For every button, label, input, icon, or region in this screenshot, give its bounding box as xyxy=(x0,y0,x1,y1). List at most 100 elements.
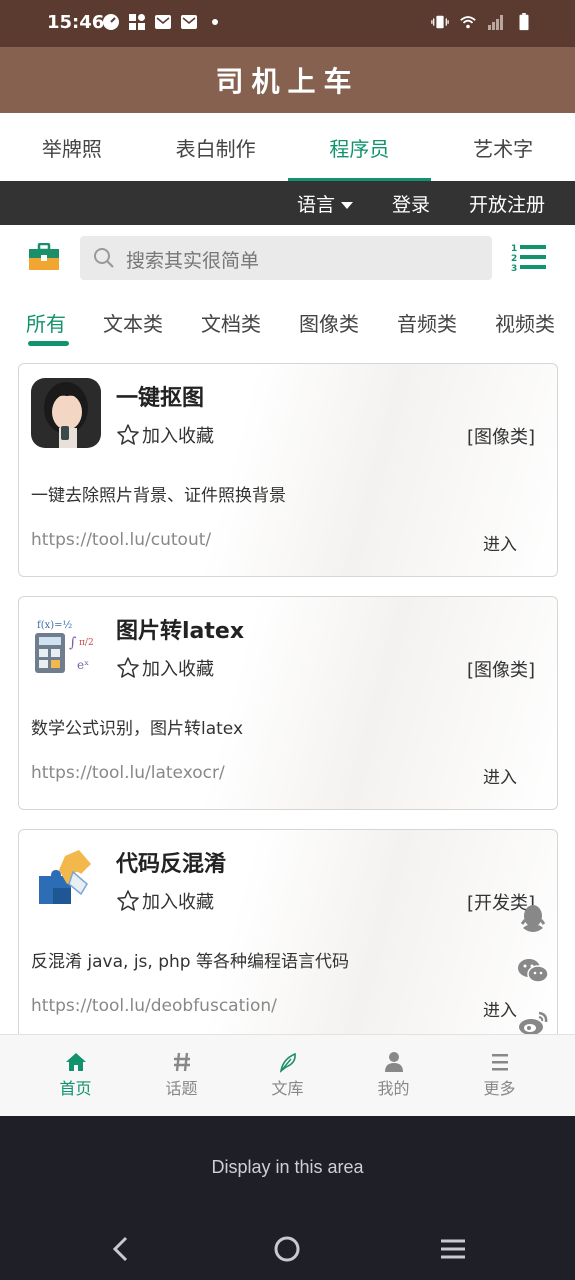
bottom-tab-label: 我的 xyxy=(377,1079,410,1098)
favorite-label: 加入收藏 xyxy=(142,892,214,913)
tool-card[interactable]: f(x)=½ ∫ π/2 eˣ 图片转latex 加入收藏 [图像类] 数学公式… xyxy=(18,596,558,810)
display-area-text: Display in this area xyxy=(211,1157,364,1177)
register-link[interactable]: 开放注册 xyxy=(469,190,545,217)
enter-link[interactable]: 进入 xyxy=(483,530,517,555)
tool-card[interactable]: 代码反混淆 加入收藏 [开发类] 反混淆 java, js, php 等各种编程… xyxy=(18,829,558,1034)
svg-text:f(x)=½: f(x)=½ xyxy=(37,620,73,631)
bottom-tab-home[interactable]: 首页 xyxy=(18,1035,133,1117)
svg-text:eˣ: eˣ xyxy=(77,658,89,672)
tab-placard[interactable]: 举牌照 xyxy=(0,113,144,181)
mail-icon xyxy=(155,15,171,29)
favorite-button[interactable]: 加入收藏 xyxy=(116,888,214,914)
search-row: 搜索其实很简单 1 2 3 xyxy=(0,225,575,291)
cutout-thumbnail xyxy=(31,378,101,448)
svg-text:π/2: π/2 xyxy=(79,638,94,648)
card-url: https://tool.lu/cutout/ xyxy=(31,530,212,550)
category-tag[interactable]: [图像类] xyxy=(467,423,535,449)
system-icons xyxy=(431,13,533,31)
svg-text:2: 2 xyxy=(511,254,517,264)
card-url: https://tool.lu/latexocr/ xyxy=(31,763,225,783)
bottom-tab-bar: 首页 话题 文库 我的 更多 xyxy=(0,1034,575,1116)
wifi-icon xyxy=(460,16,476,29)
menu-icon xyxy=(491,1054,508,1071)
home-icon xyxy=(65,1053,86,1071)
signal-icon xyxy=(488,15,503,30)
favorite-label: 加入收藏 xyxy=(142,426,214,447)
card-description: 一键去除照片背景、证件照换背景 xyxy=(31,486,286,506)
bottom-tab-mine[interactable]: 我的 xyxy=(336,1035,451,1117)
back-icon[interactable] xyxy=(110,1235,132,1263)
app-title: 司机上车 xyxy=(215,65,360,98)
enter-link[interactable]: 进入 xyxy=(483,996,517,1021)
display-area: Display in this area xyxy=(0,1116,575,1280)
favorite-label: 加入收藏 xyxy=(142,659,214,680)
active-filter-indicator xyxy=(28,341,69,346)
toolbox-icon[interactable] xyxy=(29,243,59,271)
filter-text[interactable]: 文本类 xyxy=(103,308,163,337)
mail-icon xyxy=(181,15,197,29)
filter-audio[interactable]: 音频类 xyxy=(397,308,457,337)
login-link[interactable]: 登录 xyxy=(392,190,430,217)
bottom-tab-label: 文库 xyxy=(271,1079,304,1098)
favorite-button[interactable]: 加入收藏 xyxy=(116,655,214,681)
qq-icon[interactable] xyxy=(517,902,549,934)
category-tag[interactable]: [图像类] xyxy=(467,656,535,682)
star-icon xyxy=(117,657,139,678)
notification-icons xyxy=(102,13,224,31)
favorite-button[interactable]: 加入收藏 xyxy=(116,422,214,448)
tab-programmer[interactable]: 程序员 xyxy=(287,113,432,181)
tools-list: 一键抠图 加入收藏 [图像类] 一键去除照片背景、证件照换背景 https://… xyxy=(0,351,575,1034)
filter-video[interactable]: 视频类 xyxy=(495,308,555,337)
dot-icon xyxy=(212,19,218,25)
filter-image[interactable]: 图像类 xyxy=(299,308,359,337)
bottom-tab-more[interactable]: 更多 xyxy=(442,1035,557,1117)
puzzle-thumbnail xyxy=(31,844,101,914)
search-placeholder: 搜索其实很简单 xyxy=(126,250,260,272)
caret-down-icon xyxy=(341,202,354,209)
svg-text:∫: ∫ xyxy=(69,635,76,651)
search-input[interactable]: 搜索其实很简单 xyxy=(80,236,492,280)
wechat-icon[interactable] xyxy=(517,955,549,987)
star-icon xyxy=(117,424,139,445)
ordered-list-icon[interactable]: 1 2 3 xyxy=(511,242,546,273)
card-url: https://tool.lu/deobfuscation/ xyxy=(31,996,277,1016)
bottom-tab-topics[interactable]: 话题 xyxy=(124,1035,239,1117)
filter-tabs: 所有 文本类 文档类 图像类 音频类 视频类 xyxy=(0,291,575,351)
speed-icon xyxy=(103,14,119,30)
site-nav: 语言 登录 开放注册 xyxy=(0,181,575,225)
bottom-tab-label: 首页 xyxy=(59,1079,92,1098)
svg-text:3: 3 xyxy=(511,264,517,273)
card-title[interactable]: 图片转latex xyxy=(116,613,244,645)
tab-confession[interactable]: 表白制作 xyxy=(144,113,288,181)
language-label: 语言 xyxy=(297,194,336,216)
tab-art-text[interactable]: 艺术字 xyxy=(431,113,575,181)
status-time: 15:46 xyxy=(47,12,105,33)
tool-card[interactable]: 一键抠图 加入收藏 [图像类] 一键去除照片背景、证件照换背景 https://… xyxy=(18,363,558,577)
feather-icon xyxy=(279,1052,296,1073)
bottom-tab-label: 话题 xyxy=(165,1079,198,1098)
filter-all[interactable]: 所有 xyxy=(26,308,66,337)
card-description: 反混淆 java, js, php 等各种编程语言代码 xyxy=(31,952,349,972)
recents-icon[interactable] xyxy=(439,1235,467,1263)
card-title[interactable]: 代码反混淆 xyxy=(116,846,226,878)
latex-formula-thumbnail: f(x)=½ ∫ π/2 eˣ xyxy=(31,611,101,681)
card-description: 数学公式识别，图片转latex xyxy=(31,719,244,739)
hashtag-icon xyxy=(173,1052,190,1072)
battery-icon xyxy=(519,13,529,31)
bottom-tab-label: 更多 xyxy=(483,1079,516,1098)
status-bar: 15:46 xyxy=(0,0,575,47)
home-nav-icon[interactable] xyxy=(273,1235,301,1263)
search-icon xyxy=(94,248,114,268)
enter-link[interactable]: 进入 xyxy=(483,763,517,788)
bottom-tab-library[interactable]: 文库 xyxy=(230,1035,345,1117)
filter-document[interactable]: 文档类 xyxy=(201,308,261,337)
category-tabs: 举牌照 表白制作 程序员 艺术字 xyxy=(0,113,575,181)
grid-icon xyxy=(129,14,145,30)
star-icon xyxy=(117,890,139,911)
vibrate-icon xyxy=(431,15,449,29)
card-title[interactable]: 一键抠图 xyxy=(116,380,204,412)
app-header: 司机上车 xyxy=(0,47,575,113)
user-icon xyxy=(384,1052,403,1072)
svg-text:1: 1 xyxy=(511,244,517,254)
language-dropdown[interactable]: 语言 xyxy=(297,190,354,217)
